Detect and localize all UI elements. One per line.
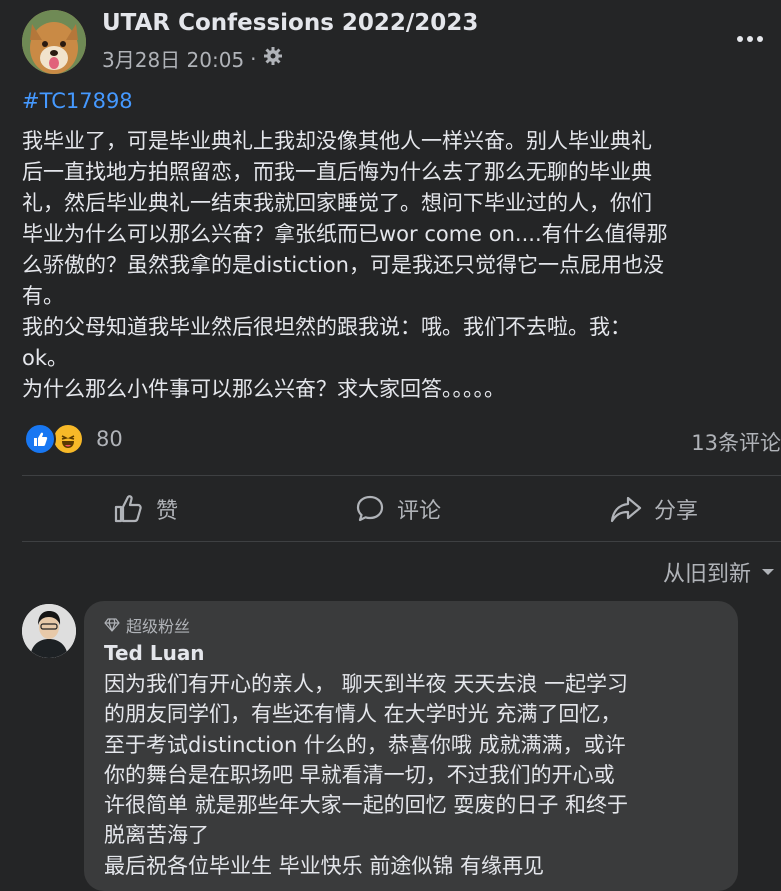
comment-line: 许很简单 就是那些年大家一起的回忆 耍废的日子 和终于 xyxy=(104,793,629,818)
diamond-icon xyxy=(104,618,120,632)
comment-text: 因为我们有开心的亲人， 聊天到半夜 天天去浪 一起学习 的朋友同学们，有些还有情… xyxy=(104,669,734,881)
post-line: 我毕业了，可是毕业典礼上我却没像其他人一样兴奋。别人毕业典礼 xyxy=(22,129,652,153)
comment-line: 最后祝各位毕业生 毕业快乐 前途似锦 有缘再见 xyxy=(104,853,545,878)
divider xyxy=(22,541,781,542)
page-avatar[interactable] xyxy=(22,10,86,74)
more-icon xyxy=(737,36,763,42)
comment-line: 因为我们有开心的亲人， 聊天到半夜 天天去浪 一起学习 xyxy=(104,672,629,696)
page-name[interactable]: UTAR Confessions 2022/2023 xyxy=(102,10,478,36)
reaction-count[interactable]: 80 xyxy=(96,427,123,451)
sort-label: 从旧到新 xyxy=(662,562,751,587)
comment-label: 评论 xyxy=(397,499,442,524)
post-line: 礼，然后毕业典礼一结束我就回家睡觉了。想问下毕业过的人，你们 xyxy=(22,191,652,215)
post-timestamp[interactable]: 3月28日 20:05 xyxy=(102,44,244,73)
like-label: 赞 xyxy=(156,499,179,524)
post-actions: 赞 评论 分享 xyxy=(22,478,781,540)
like-button[interactable]: 赞 xyxy=(112,478,178,540)
comment-bubble: 超级粉丝 Ted Luan 因为我们有开心的亲人， 聊天到半夜 天天去浪 一起学… xyxy=(84,601,738,891)
commenter-name[interactable]: Ted Luan xyxy=(104,641,205,665)
post-line: 有。 xyxy=(22,284,64,308)
post-line: 我的父母知道我毕业然后很坦然的跟我说：哦。我们不去啦。我： xyxy=(22,315,631,339)
comment-line: 至于考试distinction 什么的，恭喜你哦 成就满满，或许 xyxy=(104,732,626,757)
like-reaction-icon xyxy=(24,423,56,455)
gear-icon xyxy=(263,46,283,71)
haha-reaction-icon xyxy=(52,423,84,455)
post-meta: 3月28日 20:05 · xyxy=(102,44,283,73)
post-header: UTAR Confessions 2022/2023 3月28日 20:05 · xyxy=(22,8,764,78)
comment-button[interactable]: 评论 xyxy=(355,478,441,540)
post-line: ok。 xyxy=(22,346,69,370)
share-label: 分享 xyxy=(654,499,699,524)
post-line: 毕业为什么可以那么兴奋？拿张纸而已wor come on....有什么值得那 xyxy=(22,222,668,246)
caret-down-icon xyxy=(762,569,774,575)
commenter-avatar[interactable] xyxy=(22,604,76,658)
hashtag-link[interactable]: #TC17898 xyxy=(22,89,133,113)
reaction-icons[interactable] xyxy=(24,423,84,455)
share-button[interactable]: 分享 xyxy=(610,478,698,540)
post-line: 为什么那么小件事可以那么兴奋？求大家回答。。。。。 xyxy=(22,377,505,401)
comment-line: 的朋友同学们，有些还有情人 在大学时光 充满了回忆， xyxy=(104,702,622,727)
share-icon xyxy=(610,496,642,523)
meta-separator: · xyxy=(250,46,257,71)
comment-line: 你的舞台是在职场吧 早就看清一切，不过我们的开心或 xyxy=(104,762,615,787)
reactions-bar: 80 13条评论 xyxy=(24,423,781,459)
comment-sort-dropdown[interactable]: 从旧到新 xyxy=(663,556,775,588)
comment-icon xyxy=(356,495,384,522)
more-options-button[interactable] xyxy=(736,24,764,49)
post-line: 后一直找地方拍照留恋，而我一直后悔为什么去了那么无聊的毕业典 xyxy=(22,160,652,184)
comment-count[interactable]: 13条评论 xyxy=(691,427,781,457)
comment-line: 脱离苦海了 xyxy=(104,823,209,848)
badge-label: 超级粉丝 xyxy=(126,617,191,636)
top-fan-badge: 超级粉丝 xyxy=(104,613,190,637)
divider xyxy=(22,475,781,476)
thumbs-up-icon xyxy=(114,495,142,523)
post-line: 么骄傲的？虽然我拿的是distiction，可是我还只觉得它一点屁用也没 xyxy=(22,253,664,277)
post-body: 我毕业了，可是毕业典礼上我却没像其他人一样兴奋。别人毕业典礼 后一直找地方拍照留… xyxy=(22,126,774,405)
